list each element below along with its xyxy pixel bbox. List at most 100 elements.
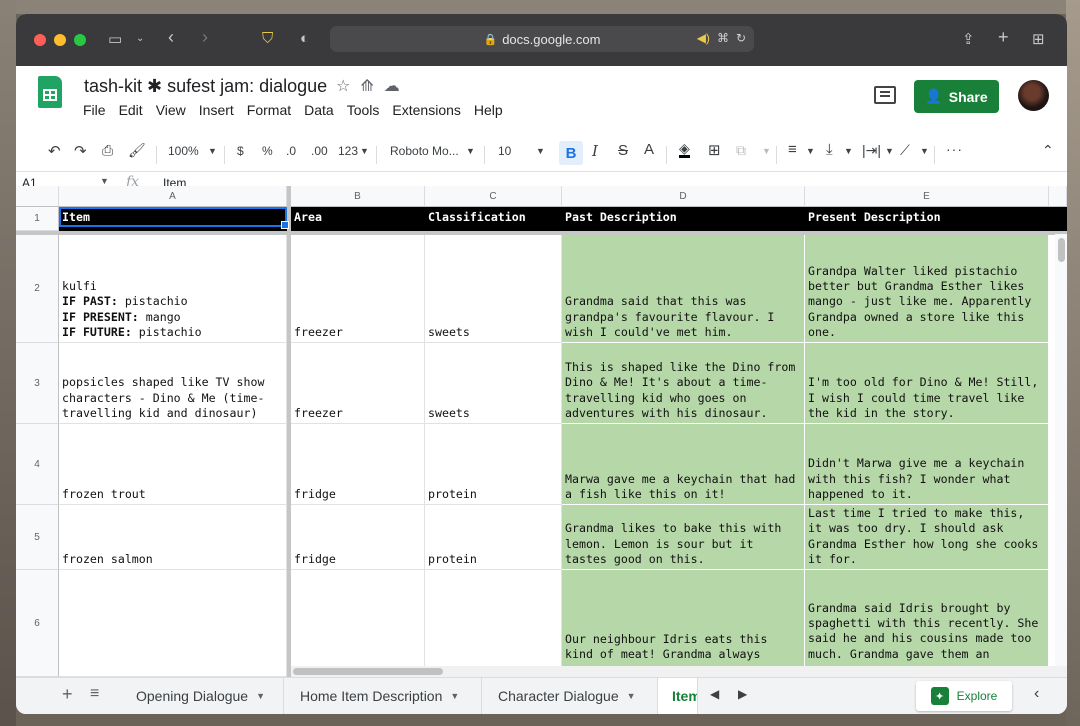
cell-item[interactable]: popsicles shaped like TV show characters… bbox=[59, 343, 287, 424]
sheets-logo-icon[interactable] bbox=[38, 76, 62, 108]
cell-classification[interactable]: protein bbox=[425, 505, 562, 570]
translate-icon[interactable]: ⌘ bbox=[717, 31, 729, 45]
cell-classification[interactable]: sweets bbox=[425, 235, 562, 343]
chevron-down-icon[interactable]: ▼ bbox=[885, 146, 894, 156]
chevron-down-icon[interactable]: ▼ bbox=[920, 146, 929, 156]
cell-item[interactable]: frozen salmon bbox=[59, 505, 287, 570]
move-to-drive-icon[interactable]: ⟰ bbox=[360, 76, 373, 96]
collapse-menu-icon[interactable]: ⌃ bbox=[1042, 142, 1054, 159]
cell-past-description[interactable]: This is shaped like the Dino from Dino &… bbox=[562, 343, 805, 424]
forward-icon[interactable]: › bbox=[202, 27, 208, 48]
zoom-select[interactable]: 100% bbox=[168, 144, 199, 158]
menu-extensions[interactable]: Extensions bbox=[392, 102, 460, 118]
cell-item[interactable]: frozen trout bbox=[59, 424, 287, 505]
column-header-b[interactable]: B bbox=[291, 186, 425, 207]
share-button[interactable]: 👤 Share bbox=[914, 80, 999, 113]
chevron-down-icon[interactable]: ▼ bbox=[536, 146, 545, 156]
tab-opening-dialogue[interactable]: Opening Dialogue ▼ bbox=[120, 678, 284, 714]
strikethrough-button[interactable]: S bbox=[618, 142, 628, 159]
privacy-shield-icon[interactable]: ◐ bbox=[300, 30, 309, 47]
vertical-scrollbar[interactable] bbox=[1055, 234, 1067, 677]
avatar[interactable] bbox=[1018, 80, 1049, 111]
add-sheet-icon[interactable]: + bbox=[62, 684, 73, 705]
horizontal-scrollbar[interactable] bbox=[291, 666, 1067, 677]
maximize-window-button[interactable] bbox=[74, 34, 86, 46]
cell-area[interactable]: fridge bbox=[291, 505, 425, 570]
column-header-e[interactable]: E bbox=[805, 186, 1049, 207]
row-header-3[interactable]: 3 bbox=[16, 343, 59, 424]
chevron-down-icon[interactable]: ▼ bbox=[256, 691, 265, 701]
text-rotation-icon[interactable]: ⟋ bbox=[900, 142, 910, 159]
spreadsheet-grid[interactable]: A B C D E 1 2 3 4 5 6 Item Area Classifi… bbox=[16, 186, 1067, 677]
menu-format[interactable]: Format bbox=[247, 102, 291, 118]
percent-format-button[interactable]: % bbox=[262, 144, 273, 158]
row-header-6[interactable]: 6 bbox=[16, 570, 59, 677]
document-title[interactable]: tash-kit ✱ sufest jam: dialogue bbox=[84, 76, 327, 97]
chevron-down-icon[interactable]: ▼ bbox=[844, 146, 853, 156]
menu-file[interactable]: File bbox=[83, 102, 106, 118]
cell-past-description[interactable]: Marwa gave me a keychain that had a fish… bbox=[562, 424, 805, 505]
undo-icon[interactable]: ↶ bbox=[48, 142, 61, 160]
star-icon[interactable]: ☆ bbox=[336, 76, 350, 96]
scroll-tabs-right-icon[interactable]: ▶ bbox=[738, 687, 747, 701]
text-color-button[interactable]: A bbox=[644, 141, 654, 158]
chevron-down-icon[interactable]: ▼ bbox=[450, 691, 459, 701]
column-header-c[interactable]: C bbox=[425, 186, 562, 207]
chevron-down-icon[interactable]: ▼ bbox=[360, 146, 369, 156]
extension-shield-icon[interactable]: ⛉ bbox=[262, 30, 273, 47]
sidebar-icon[interactable]: ▭ bbox=[108, 30, 122, 48]
row-header-1[interactable]: 1 bbox=[16, 207, 59, 231]
decrease-decimal-button[interactable]: .0 bbox=[286, 144, 296, 158]
redo-icon[interactable]: ↷ bbox=[74, 142, 87, 160]
horizontal-align-icon[interactable]: ≡ bbox=[788, 141, 797, 158]
header-cell-area[interactable]: Area bbox=[291, 207, 425, 231]
back-icon[interactable]: ‹ bbox=[168, 27, 174, 48]
column-header-a[interactable]: A bbox=[59, 186, 287, 207]
all-sheets-icon[interactable]: ≡ bbox=[90, 685, 99, 703]
font-select[interactable]: Roboto Mo... bbox=[390, 144, 459, 158]
scroll-tabs-left-icon[interactable]: ◀ bbox=[710, 687, 719, 701]
cell-present-description[interactable]: Didn't Marwa give me a keychain with thi… bbox=[805, 424, 1049, 505]
comments-icon[interactable] bbox=[874, 86, 896, 104]
merge-cells-icon[interactable]: ⧉ bbox=[736, 142, 746, 159]
row-header-5[interactable]: 5 bbox=[16, 505, 59, 570]
chevron-down-icon[interactable]: ▼ bbox=[806, 146, 815, 156]
cell-present-description[interactable]: Last time I tried to make this, it was t… bbox=[805, 505, 1049, 570]
cloud-status-icon[interactable]: ☁ bbox=[384, 76, 400, 96]
menu-insert[interactable]: Insert bbox=[199, 102, 234, 118]
cell-present-description[interactable]: Grandma said Idris brought by spaghetti … bbox=[805, 570, 1049, 677]
cell-item[interactable]: kulfi IF PAST: pistachio IF PRESENT: man… bbox=[59, 235, 287, 343]
cell-classification[interactable]: sweets bbox=[425, 343, 562, 424]
tab-overview-icon[interactable]: ⊞ bbox=[1032, 30, 1045, 48]
menu-data[interactable]: Data bbox=[304, 102, 334, 118]
header-cell-past-description[interactable]: Past Description bbox=[562, 207, 805, 231]
chevron-down-icon[interactable]: ▼ bbox=[627, 691, 636, 701]
header-cell-present-description[interactable]: Present Description bbox=[805, 207, 1049, 231]
cell-past-description[interactable]: Grandma said that this was grandpa's fav… bbox=[562, 235, 805, 343]
chevron-down-icon[interactable]: ⌄ bbox=[136, 33, 144, 44]
italic-button[interactable]: I bbox=[592, 142, 598, 160]
menu-tools[interactable]: Tools bbox=[347, 102, 380, 118]
cell-classification[interactable]: protein bbox=[425, 424, 562, 505]
print-icon[interactable]: ⎙ bbox=[102, 142, 113, 159]
cell-item[interactable] bbox=[59, 570, 287, 677]
column-header-f[interactable] bbox=[1049, 186, 1067, 207]
menu-edit[interactable]: Edit bbox=[119, 102, 143, 118]
cell-classification[interactable] bbox=[425, 570, 562, 677]
cell-past-description[interactable]: Our neighbour Idris eats this kind of me… bbox=[562, 570, 805, 677]
currency-format-button[interactable]: $ bbox=[237, 144, 244, 158]
side-panel-toggle-icon[interactable]: ‹ bbox=[1034, 685, 1039, 703]
more-options-icon[interactable]: ··· bbox=[946, 141, 963, 157]
cell-area[interactable]: freezer bbox=[291, 343, 425, 424]
share-page-icon[interactable]: ⇪ bbox=[962, 30, 975, 48]
select-all-corner[interactable] bbox=[16, 186, 59, 207]
tab-character-dialogue[interactable]: Character Dialogue ▼ bbox=[482, 678, 658, 714]
paint-format-icon[interactable]: 🖌 bbox=[128, 142, 146, 159]
frozen-column-divider[interactable] bbox=[287, 186, 291, 677]
header-cell-f[interactable] bbox=[1049, 207, 1067, 231]
explore-button[interactable]: ✦ Explore bbox=[916, 681, 1012, 711]
row-header-4[interactable]: 4 bbox=[16, 424, 59, 505]
text-wrap-icon[interactable]: |⇥| bbox=[862, 142, 881, 159]
speaker-icon[interactable]: ◀) bbox=[697, 31, 710, 45]
scroll-thumb[interactable] bbox=[293, 668, 443, 675]
